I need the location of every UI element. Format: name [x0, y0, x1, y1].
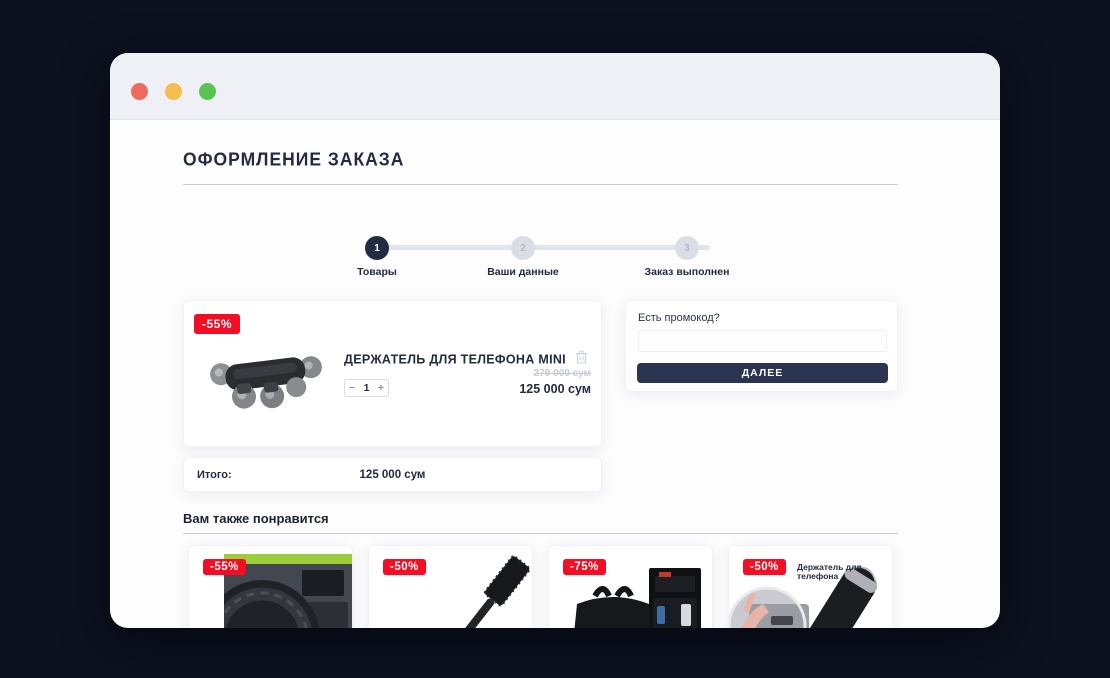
page-title: ОФОРМЛЕНИЕ ЗАКАЗА: [183, 148, 404, 170]
suggestion-caption: Держатель для телефона: [797, 563, 889, 582]
quantity-value: 1: [359, 382, 374, 394]
totals-card: Итого: 125 000 сум: [183, 457, 602, 492]
step-1-label: Товары: [307, 266, 447, 278]
old-price: 279 000 сум: [534, 368, 591, 379]
suggestion-card-phone-holder[interactable]: -50% Держатель для телефона: [728, 545, 893, 628]
totals-value: 125 000 сум: [184, 458, 601, 492]
minimize-window-icon[interactable]: [165, 83, 182, 100]
cart-item-name: ДЕРЖАТЕЛЬ ДЛЯ ТЕЛЕФОНА MINI: [344, 352, 604, 367]
browser-window: ОФОРМЛЕНИЕ ЗАКАЗА 1 2 3 Товары Ваши данн…: [110, 53, 1000, 628]
quantity-decrease-button[interactable]: −: [345, 382, 359, 394]
phone-holder-image: [200, 339, 328, 417]
discount-badge: -75%: [563, 559, 606, 575]
maximize-window-icon[interactable]: [199, 83, 216, 100]
promo-question: Есть промокод?: [638, 312, 720, 324]
discount-badge: -50%: [743, 559, 786, 575]
delete-item-icon[interactable]: [575, 350, 588, 364]
discount-badge: -55%: [203, 559, 246, 575]
promo-code-input[interactable]: [638, 330, 887, 352]
step-3-circle[interactable]: 3: [675, 236, 699, 260]
suggestions-title: Вам также понравится: [183, 511, 329, 526]
discount-badge: -55%: [194, 314, 240, 334]
step-2-label: Ваши данные: [453, 266, 593, 278]
quantity-increase-button[interactable]: +: [374, 382, 388, 394]
suggestion-card-seat-organizer[interactable]: -75%: [548, 545, 713, 628]
promo-card: Есть промокод? ДАЛЕЕ: [625, 300, 898, 392]
discount-badge: -50%: [383, 559, 426, 575]
current-price: 125 000 сум: [519, 382, 591, 396]
suggestion-card-steering-wheel-cover[interactable]: -55%: [188, 545, 353, 628]
divider: [183, 533, 898, 534]
close-window-icon[interactable]: [131, 83, 148, 100]
promo-submit-button[interactable]: ДАЛЕЕ: [637, 363, 888, 383]
stepper-track: [377, 245, 710, 250]
step-1-circle[interactable]: 1: [365, 236, 389, 260]
window-titlebar: [110, 53, 1000, 120]
scene: ОФОРМЛЕНИЕ ЗАКАЗА 1 2 3 Товары Ваши данн…: [0, 0, 1110, 678]
cart-item-card: -55% ДЕРЖАТЕЛЬ ДЛ: [183, 300, 602, 447]
suggestion-card-snow-brush[interactable]: -50%: [368, 545, 533, 628]
step-3-label: Заказ выполнен: [617, 266, 757, 278]
step-2-circle[interactable]: 2: [511, 236, 535, 260]
quantity-stepper: − 1 +: [344, 379, 389, 397]
divider: [183, 184, 898, 185]
